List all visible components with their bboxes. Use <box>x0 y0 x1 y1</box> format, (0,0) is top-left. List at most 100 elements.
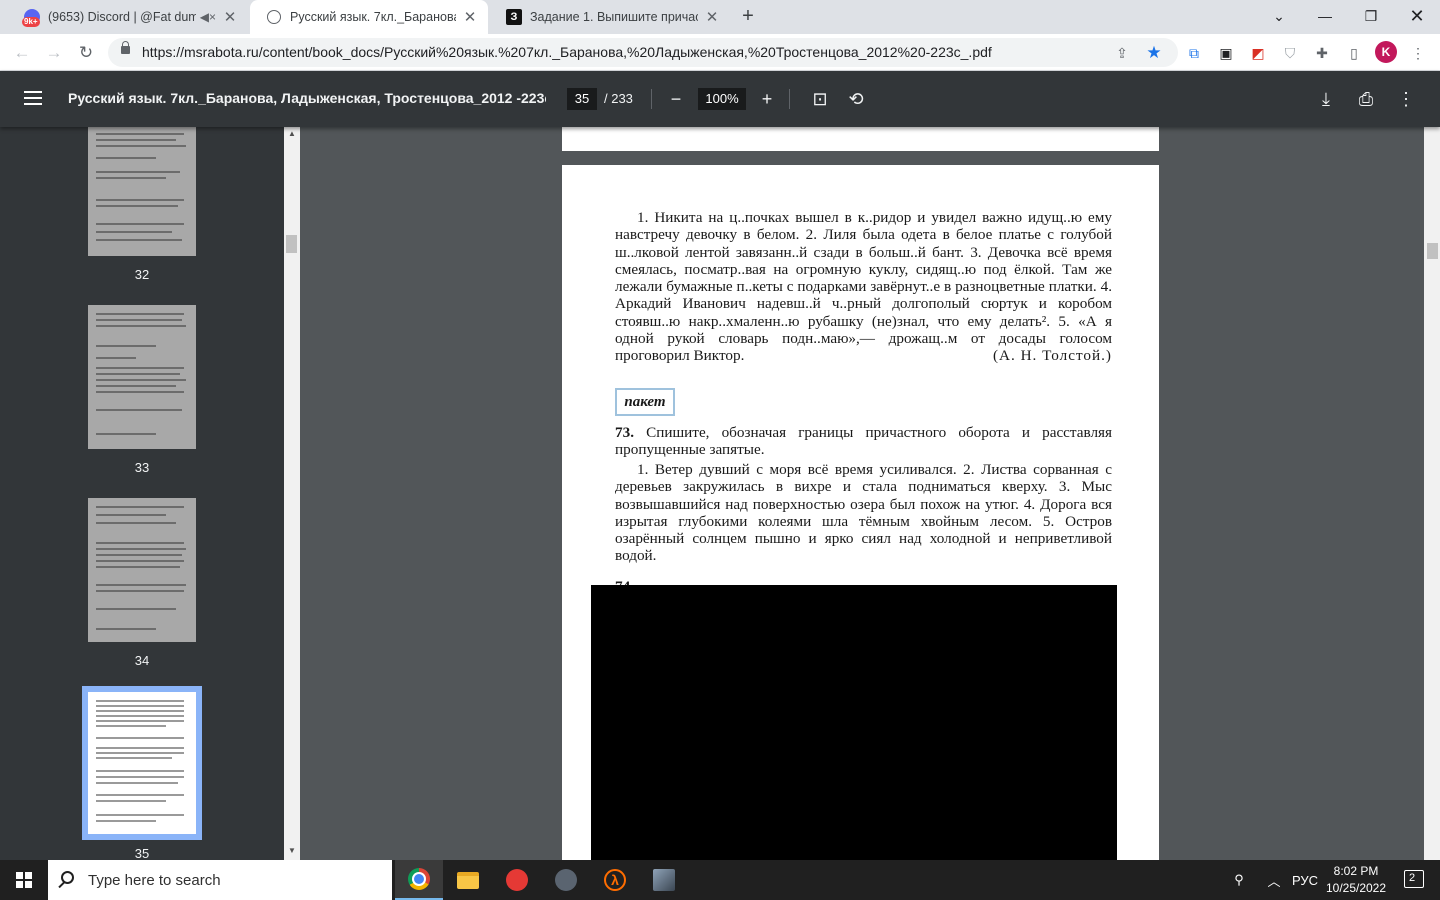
page-thumbnail-32[interactable] <box>88 127 196 256</box>
reload-button[interactable]: ↻ <box>72 39 100 67</box>
document-title: Русский язык. 7кл._Баранова, Ладыженская… <box>68 90 546 106</box>
search-placeholder: Type here to search <box>88 872 221 889</box>
pdf-toolbar: Русский язык. 7кл._Баранова, Ладыженская… <box>0 71 1440 127</box>
zoom-out-icon[interactable]: − <box>664 87 688 111</box>
profile-avatar[interactable]: K <box>1375 41 1397 63</box>
tab-strip: 9k+ (9653) Discord | @Fat dum ◀× ✕ Русск… <box>0 0 1440 34</box>
tab-pdf[interactable]: Русский язык. 7кл._Баранова, Ла ✕ <box>250 0 488 34</box>
taskbar-chrome[interactable] <box>395 860 443 900</box>
game-launcher-icon <box>506 869 528 891</box>
tab-znanija[interactable]: З Задание 1. Выпишите причастн ✕ <box>490 0 730 34</box>
people-icon[interactable]: ⚲ <box>1226 860 1252 900</box>
forward-button[interactable]: → <box>40 39 68 67</box>
page-total: / 233 <box>604 91 633 106</box>
exercise-73-task: 73. Спишите, обозначая границы причастно… <box>615 424 1112 459</box>
pdf-viewer[interactable]: 1. Никита на ц..почках вышел в к..ридор … <box>300 127 1424 860</box>
page-thumbnail-35[interactable] <box>88 692 196 834</box>
lock-icon[interactable] <box>121 41 130 54</box>
clock-time: 8:02 PM <box>1333 864 1379 878</box>
taskbar-steam[interactable] <box>542 860 590 900</box>
tab-title: Задание 1. Выпишите причастн <box>530 10 698 24</box>
page-number-input[interactable]: 35 <box>567 88 597 110</box>
globe-icon <box>266 9 282 25</box>
steam-icon <box>555 869 577 891</box>
viewer-scrollbar-thumb[interactable] <box>1427 243 1438 259</box>
close-icon[interactable]: ✕ <box>704 8 720 26</box>
taskbar-red-app[interactable] <box>493 860 541 900</box>
pdf-page: 1. Никита на ц..почках вышел в к..ридор … <box>562 165 1159 860</box>
chrome-icon <box>408 868 430 890</box>
extension-red-icon[interactable]: ◩ <box>1248 43 1268 63</box>
browser-menu-icon[interactable]: ⋮ <box>1408 43 1428 63</box>
exercise-72-text: 1. Никита на ц..почках вышел в к..ридор … <box>615 209 1112 365</box>
share-icon[interactable]: ⇪ <box>1112 43 1132 63</box>
paragraph-text: 1. Ветер дувший с моря всё время усилива… <box>615 461 1112 565</box>
vocabulary-word-box: пакет <box>615 388 675 416</box>
rotate-icon[interactable]: ⟲ <box>844 87 868 111</box>
lambda-icon: λ <box>604 869 626 891</box>
chevron-up-icon[interactable]: ︿ <box>1262 860 1286 900</box>
download-icon[interactable]: ⤓ <box>1314 87 1338 111</box>
scroll-up-arrow-icon[interactable]: ▲ <box>284 129 300 138</box>
extensions-puzzle-icon[interactable]: ✚ <box>1312 43 1332 63</box>
windows-logo-icon <box>16 872 32 888</box>
menu-icon[interactable] <box>24 91 42 105</box>
page-thumbnail-34[interactable] <box>88 498 196 642</box>
page-thumbnail-33[interactable] <box>88 305 196 449</box>
tab-discord[interactable]: 9k+ (9653) Discord | @Fat dum ◀× ✕ <box>8 0 248 34</box>
previous-page <box>562 127 1159 151</box>
url-text[interactable]: https://msrabota.ru/content/book_docs/Ру… <box>142 44 992 60</box>
black-overlay <box>591 585 1117 860</box>
exercise-73-text: 1. Ветер дувший с моря всё время усилива… <box>615 461 1112 565</box>
more-options-icon[interactable]: ⋮ <box>1394 87 1418 111</box>
folder-icon <box>457 871 479 889</box>
close-icon[interactable]: ✕ <box>222 8 238 26</box>
tab-search-icon[interactable]: ⌄ <box>1256 0 1302 34</box>
divider <box>789 89 790 109</box>
back-button[interactable]: ← <box>8 39 36 67</box>
close-icon[interactable]: ✕ <box>462 8 478 26</box>
znanija-icon: З <box>506 9 522 25</box>
thumbnail-label: 35 <box>134 846 150 860</box>
thumbnail-label: 32 <box>134 267 150 282</box>
taskbar-game[interactable] <box>640 860 688 900</box>
taskbar-search[interactable]: Type here to search <box>48 860 392 900</box>
tab-title: Русский язык. 7кл._Баранова, Ла <box>290 10 456 24</box>
extension-game-icon[interactable]: ▣ <box>1216 43 1236 63</box>
browser-toolbar: ← → ↻ https://msrabota.ru/content/book_d… <box>0 34 1440 71</box>
language-indicator[interactable]: РУС <box>1290 860 1320 900</box>
windows-taskbar: Type here to search λ ⚲ ︿ РУС 8:02 PM 10… <box>0 860 1440 900</box>
game-icon <box>653 869 675 891</box>
clock[interactable]: 8:02 PM 10/25/2022 <box>1320 863 1392 897</box>
extension-translate-icon[interactable]: ⧉ <box>1184 43 1204 63</box>
minimize-button[interactable]: — <box>1302 0 1348 34</box>
exercise-instruction: Спишите, обозначая границы причастного о… <box>615 424 1113 459</box>
address-bar[interactable]: https://msrabota.ru/content/book_docs/Ру… <box>108 38 1178 67</box>
scroll-down-arrow-icon[interactable]: ▼ <box>284 846 300 855</box>
thumbnail-label: 33 <box>134 460 150 475</box>
discord-icon: 9k+ <box>22 9 40 27</box>
new-tab-button[interactable]: + <box>736 4 760 28</box>
zoom-in-icon[interactable]: + <box>755 87 779 111</box>
notification-count: 2 <box>1409 872 1416 884</box>
fit-page-icon[interactable]: ⊡ <box>808 87 832 111</box>
start-button[interactable] <box>0 860 48 900</box>
speaker-muted-icon[interactable]: ◀× <box>200 10 216 24</box>
exercise-number: 73. <box>615 424 634 441</box>
print-icon[interactable]: ⎙ <box>1354 87 1378 111</box>
extension-shield-icon[interactable]: ⛉ <box>1280 43 1300 63</box>
divider <box>651 89 652 109</box>
bookmark-star-icon[interactable]: ★ <box>1144 43 1164 63</box>
side-panel-icon[interactable]: ▯ <box>1344 43 1364 63</box>
taskbar-file-explorer[interactable] <box>444 860 492 900</box>
clock-date: 10/25/2022 <box>1325 881 1387 895</box>
zoom-level-input[interactable]: 100% <box>698 88 746 110</box>
close-window-button[interactable]: ✕ <box>1394 0 1440 34</box>
thumbnail-sidebar: 32 33 34 35 ▲ ▼ <box>0 127 300 860</box>
paragraph-text: 1. Никита на ц..почках вышел в к..ридор … <box>615 209 1112 365</box>
restore-button[interactable]: ❐ <box>1348 0 1394 34</box>
viewer-scrollbar[interactable] <box>1424 127 1440 860</box>
sidebar-scrollbar-thumb[interactable] <box>286 235 297 253</box>
tab-title: (9653) Discord | @Fat dum <box>48 10 196 24</box>
taskbar-half-life[interactable]: λ <box>591 860 639 900</box>
